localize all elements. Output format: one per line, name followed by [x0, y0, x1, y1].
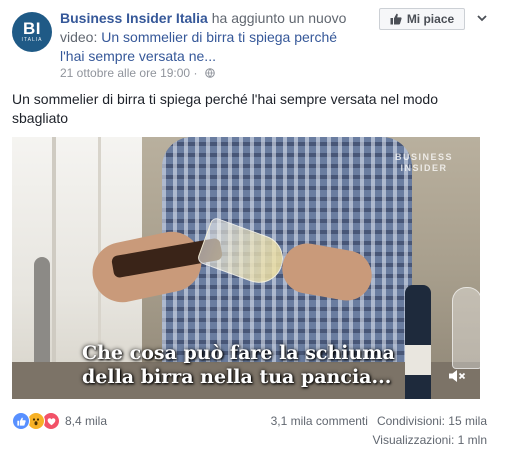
avatar-logo-subtext: ITALIA: [21, 36, 43, 43]
video-wine-glass: [452, 287, 480, 369]
views-count: Visualizzazioni: 1 mln: [372, 433, 488, 447]
reaction-count: 8,4 mila: [65, 414, 108, 428]
post-meta: 21 ottobre alle ore 19:00 ·: [60, 66, 215, 80]
post-header-text: Business Insider Italia ha aggiunto un n…: [60, 9, 365, 66]
chevron-down-icon[interactable]: [476, 12, 488, 24]
video-title-link[interactable]: Un sommelier di birra ti spiega perché l…: [60, 29, 337, 64]
avatar-logo-text: BI: [23, 18, 41, 38]
like-page-button[interactable]: Mi piace: [379, 8, 465, 30]
speaker-muted-icon[interactable]: [448, 369, 466, 383]
like-reaction-icon: [12, 412, 30, 430]
watermark-line-2: INSIDER: [400, 163, 448, 173]
post-message: Un sommelier di birra ti spiega perché l…: [12, 91, 438, 126]
video-player[interactable]: BUSINESS INSIDER Che cosa può fare la sc…: [12, 137, 480, 399]
watermark-line-1: BUSINESS: [394, 152, 453, 162]
post-timestamp[interactable]: 21 ottobre alle ore 19:00: [60, 66, 190, 80]
comments-count-link[interactable]: 3,1 mila commenti: [271, 414, 368, 428]
meta-separator: ·: [190, 66, 201, 80]
like-page-label: Mi piace: [406, 12, 455, 26]
reactions-summary[interactable]: 8,4 mila: [12, 412, 107, 430]
page-name-link[interactable]: Business Insider Italia: [60, 10, 208, 26]
page-avatar[interactable]: BI ITALIA: [12, 12, 52, 52]
globe-icon[interactable]: [204, 68, 215, 78]
caption-line-2: della birra nella tua pancia...: [82, 366, 392, 388]
shares-count-link[interactable]: Condivisioni: 15 mila: [377, 414, 487, 428]
facebook-post: BI ITALIA Business Insider Italia ha agg…: [0, 0, 516, 458]
engagement-stats: 3,1 mila commenti Condivisioni: 15 mila: [271, 414, 487, 428]
video-watermark: BUSINESS INSIDER: [384, 152, 464, 174]
caption-line-1: Che cosa può fare la schiuma: [82, 342, 395, 364]
thumbs-up-icon: [390, 13, 402, 25]
video-caption: Che cosa può fare la schiuma della birra…: [82, 341, 422, 389]
